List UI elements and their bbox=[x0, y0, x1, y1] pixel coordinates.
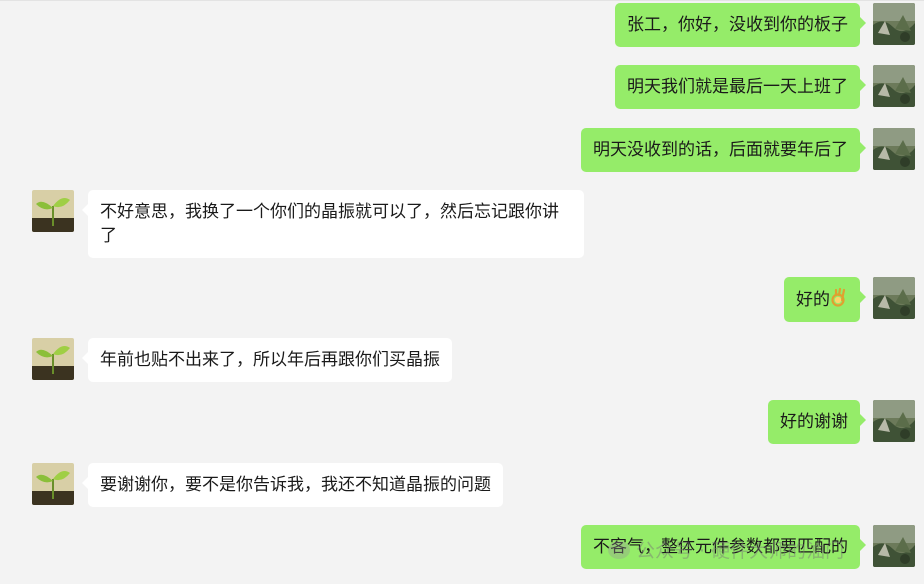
message-bubble-sent[interactable]: 明天我们就是最后一天上班了 bbox=[615, 65, 866, 109]
wechat-icon bbox=[608, 540, 630, 559]
message-text: 好的 bbox=[796, 290, 830, 310]
my-avatar[interactable] bbox=[873, 65, 915, 107]
watermark-text: 公众号 · 硬件大师的油门 bbox=[636, 540, 845, 562]
message-bubble-received[interactable]: 不好意思，我换了一个你们的晶振就可以了，然后忘记跟你讲了 bbox=[82, 190, 584, 258]
message-bubble-received[interactable]: 年前也贴不出来了，所以年后再跟你们买晶振 bbox=[82, 338, 452, 382]
contact-avatar[interactable] bbox=[32, 463, 74, 505]
my-avatar[interactable] bbox=[873, 3, 915, 45]
watermark: 公众号 · 硬件大师的油门 bbox=[608, 536, 844, 563]
my-avatar[interactable] bbox=[873, 525, 915, 567]
contact-avatar[interactable] bbox=[32, 190, 74, 232]
message-bubble-sent[interactable]: 好的谢谢 bbox=[768, 400, 866, 444]
message-bubble-sent[interactable]: 好的 bbox=[784, 277, 866, 322]
my-avatar[interactable] bbox=[873, 128, 915, 170]
ok-hand-icon bbox=[830, 287, 848, 309]
message-bubble-sent[interactable]: 张工，你好，没收到你的板子 bbox=[615, 3, 866, 47]
message-bubble-received[interactable]: 要谢谢你，要不是你告诉我，我还不知道晶振的问题 bbox=[82, 463, 503, 507]
my-avatar[interactable] bbox=[873, 277, 915, 319]
message-bubble-sent[interactable]: 明天没收到的话，后面就要年后了 bbox=[581, 128, 866, 172]
my-avatar[interactable] bbox=[873, 400, 915, 442]
contact-avatar[interactable] bbox=[32, 338, 74, 380]
